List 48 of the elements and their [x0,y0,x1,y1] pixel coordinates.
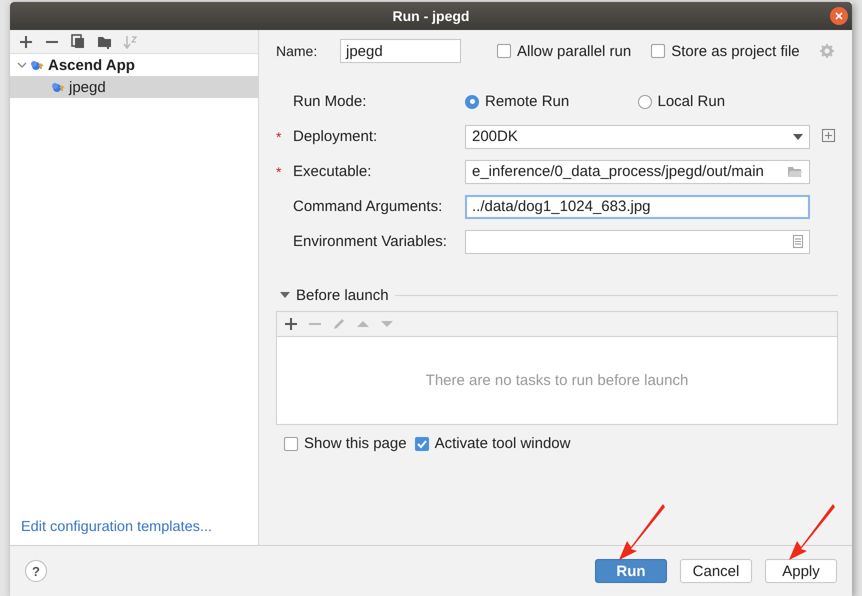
checkbox-label: Activate tool window [434,435,570,452]
copy-icon[interactable] [71,34,85,49]
required-mark: * [276,128,282,144]
checkbox-label: Allow parallel run [517,42,632,60]
app-icon [52,81,66,93]
dialog-button[interactable]: Run [595,559,667,583]
section-title: Before launch [296,286,389,304]
window-title: Run - jpegd [392,8,470,24]
add-folder-icon[interactable] [96,34,112,49]
radio-button[interactable] [465,94,479,108]
radio-button[interactable] [638,94,652,108]
help-button[interactable]: ? [25,560,47,582]
checkbox[interactable] [284,436,298,450]
field-label: Executable: [293,163,372,180]
checkbox[interactable] [414,436,429,450]
checkbox[interactable] [497,44,511,58]
field-label: Name: [276,43,318,59]
field-label: Environment Variables: [293,233,448,250]
checkbox[interactable] [651,44,666,58]
radio-label: Remote Run [485,93,570,110]
tree-item[interactable]: Ascend App [10,54,258,76]
field-label: Deployment: [293,128,378,145]
dialog-button[interactable]: Cancel [680,559,752,583]
checkbox-label: Show this page [304,435,407,452]
settings-icon[interactable] [820,44,834,58]
field-label: Run Mode: [293,93,368,110]
close-button[interactable] [830,7,848,25]
radio-label: Local Run [658,93,726,110]
field-label: Command Arguments: [293,198,444,215]
dropdown-arrow-icon[interactable] [793,134,803,140]
document-icon[interactable] [793,235,803,248]
dropdown-field[interactable]: 200DK [465,124,810,148]
folder-icon[interactable] [787,166,803,178]
name-field[interactable]: jpegd [340,39,461,63]
add-icon[interactable] [284,317,298,331]
empty-message: There are no tasks to run before launch [426,372,688,389]
templates-link[interactable]: Edit configuration templates... [21,519,212,535]
input-field[interactable]: ../data/dog1_1024_683.jpg [465,194,810,218]
required-mark: * [276,164,282,180]
dialog-button[interactable]: Apply [765,559,837,583]
checkbox-label: Store as project file [671,42,800,60]
path-field[interactable]: e_inference/0_data_process/jpegd/out/main [465,160,810,184]
input-field[interactable] [465,230,810,254]
collapse-arrow-icon[interactable] [280,292,290,298]
add-icon[interactable] [822,128,835,142]
add-icon[interactable] [19,34,33,48]
app-icon [31,59,45,71]
tree-item[interactable]: jpegd [10,76,258,98]
